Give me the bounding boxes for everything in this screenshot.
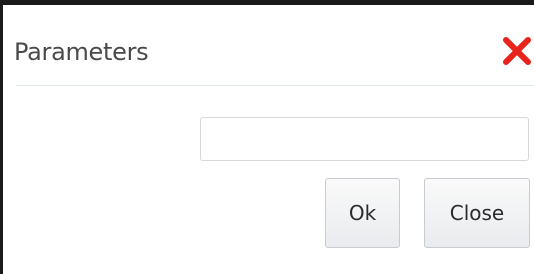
dialog-title: Parameters <box>14 38 149 66</box>
close-button[interactable]: Close <box>424 178 530 248</box>
parameter-input[interactable] <box>200 117 529 161</box>
ok-button[interactable]: Ok <box>325 178 400 248</box>
title-divider <box>16 85 534 86</box>
parameters-dialog: Parameters Ok Close <box>0 0 534 274</box>
close-x-icon[interactable] <box>500 34 534 68</box>
